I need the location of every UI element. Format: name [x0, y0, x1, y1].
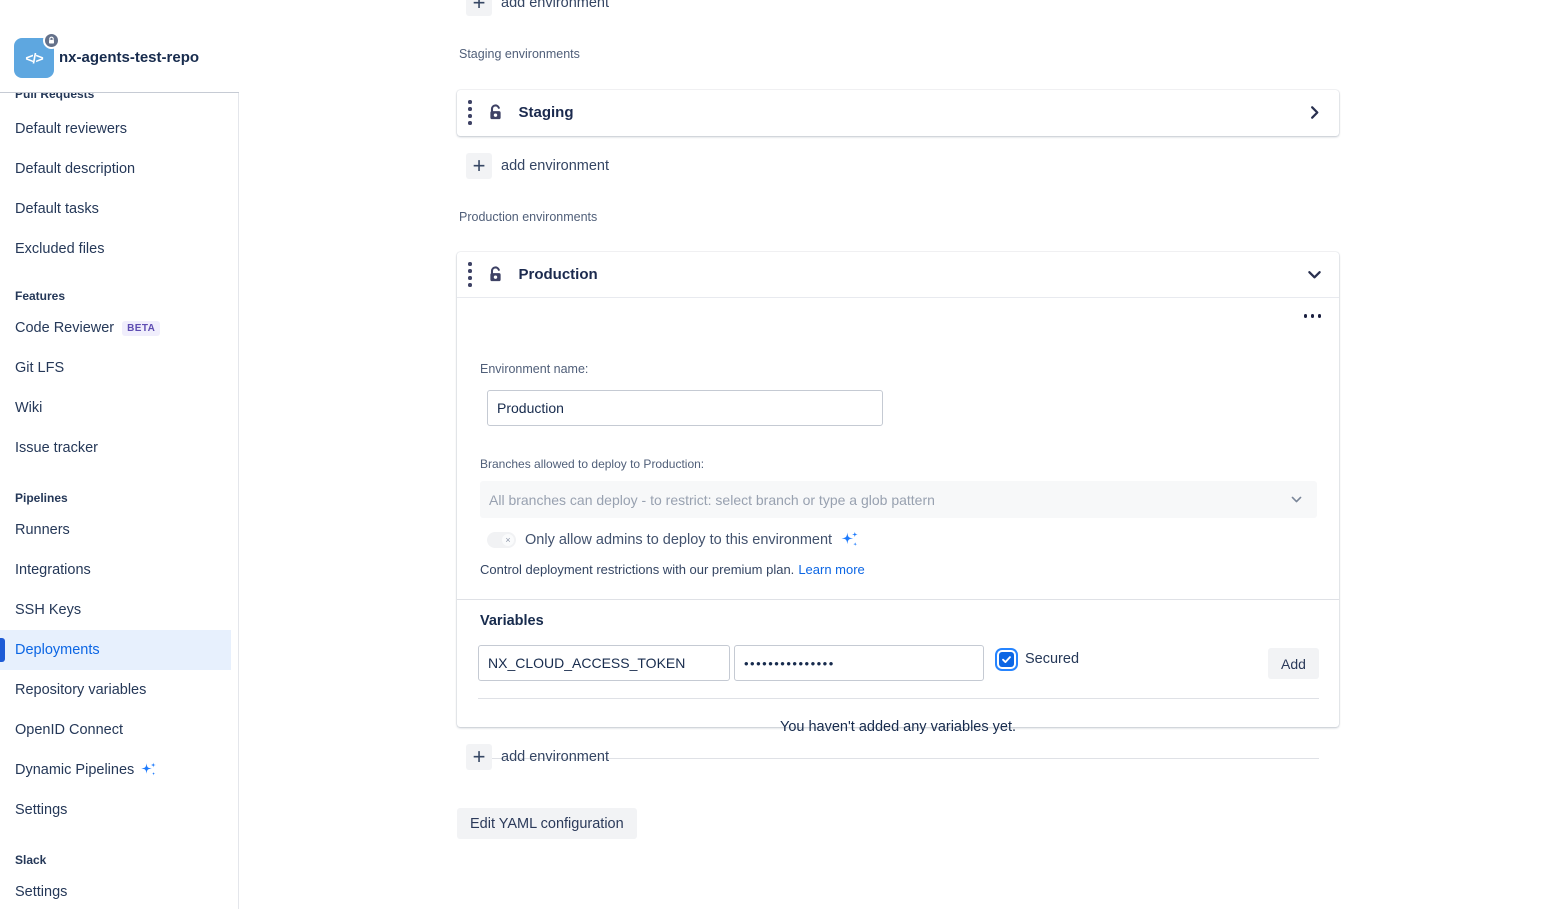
drag-handle-icon[interactable] [468, 262, 472, 287]
production-environments-label: Production environments [459, 210, 597, 224]
sidebar-item-runners[interactable]: Runners [0, 510, 231, 550]
beta-badge: BETA [122, 321, 160, 336]
variable-name-input[interactable] [478, 645, 730, 681]
check-icon [1001, 654, 1012, 665]
chevron-down-icon [1290, 493, 1303, 506]
more-options-icon[interactable] [1304, 314, 1322, 318]
sidebar-item-ssh-keys[interactable]: SSH Keys [0, 590, 231, 630]
admins-only-toggle-row: × Only allow admins to deploy to this en… [487, 530, 859, 550]
branch-select[interactable]: All branches can deploy - to restrict: s… [480, 481, 1317, 518]
variables-heading: Variables [480, 613, 544, 629]
premium-plan-text: Control deployment restrictions with our… [480, 562, 865, 577]
dynamic-pipelines-label: Dynamic Pipelines [15, 762, 134, 778]
sidebar-section-slack: Slack [0, 848, 231, 872]
secured-checkbox[interactable] [999, 652, 1014, 667]
sidebar-item-default-description[interactable]: Default description [0, 149, 231, 189]
staging-card-header[interactable]: Staging [457, 90, 1339, 135]
add-environment-label: add environment [501, 0, 609, 11]
deployments-settings-page: Pull Requests </> nx-agents-test-repo De… [0, 0, 1555, 909]
variables-empty-message: You haven't added any variables yet. [457, 719, 1339, 735]
add-variable-button[interactable]: Add [1268, 648, 1319, 679]
drag-handle-icon[interactable] [468, 100, 472, 125]
sidebar-item-excluded-files[interactable]: Excluded files [0, 229, 231, 269]
sidebar-item-dynamic-pipelines[interactable]: Dynamic Pipelines [0, 750, 231, 790]
unlock-icon [486, 103, 505, 122]
admins-only-label: Only allow admins to deploy to this envi… [525, 532, 832, 548]
environment-name-label: Environment name: [480, 362, 588, 376]
main-content: + add environment Staging environments S… [240, 0, 1555, 909]
admins-only-toggle[interactable]: × [487, 532, 516, 548]
staging-environment-card: Staging [457, 90, 1339, 136]
add-environment-button-staging[interactable]: + add environment [466, 153, 609, 179]
premium-plan-message: Control deployment restrictions with our… [480, 562, 794, 577]
sidebar-item-default-tasks[interactable]: Default tasks [0, 189, 231, 229]
sidebar-item-git-lfs[interactable]: Git LFS [0, 348, 231, 388]
sidebar-section-features: Features [0, 284, 231, 308]
code-icon: </> [25, 50, 42, 66]
unlock-icon [486, 265, 505, 284]
production-card-title: Production [519, 266, 598, 283]
toggle-off-x-icon: × [502, 534, 514, 546]
sidebar: Pull Requests </> nx-agents-test-repo De… [0, 0, 239, 909]
code-reviewer-label: Code Reviewer [15, 320, 114, 336]
branch-select-placeholder: All branches can deploy - to restrict: s… [489, 492, 935, 508]
secured-checkbox-row: Secured [999, 651, 1079, 667]
environment-name-input[interactable] [487, 390, 883, 426]
add-environment-label: add environment [501, 749, 609, 765]
sidebar-item-repository-variables[interactable]: Repository variables [0, 670, 231, 710]
secured-label: Secured [1025, 651, 1079, 667]
add-environment-label: add environment [501, 158, 609, 174]
staging-environments-label: Staging environments [459, 47, 580, 61]
production-card-body: Environment name: Branches allowed to de… [457, 297, 1339, 727]
plus-icon: + [466, 0, 492, 16]
sidebar-item-openid-connect[interactable]: OpenID Connect [0, 710, 231, 750]
plus-icon: + [466, 744, 492, 770]
sidebar-item-slack-settings[interactable]: Settings [0, 872, 231, 909]
variables-section-divider [457, 599, 1339, 600]
chevron-down-icon[interactable] [1307, 267, 1322, 282]
sidebar-item-issue-tracker[interactable]: Issue tracker [0, 428, 231, 468]
premium-sparkle-icon [839, 530, 859, 550]
add-environment-button-production[interactable]: + add environment [466, 744, 609, 770]
lock-icon [47, 36, 56, 45]
chevron-right-icon[interactable] [1307, 105, 1322, 120]
sidebar-nav: Default reviewers Default description De… [0, 109, 231, 909]
sidebar-item-default-reviewers[interactable]: Default reviewers [0, 109, 231, 149]
variable-value-input[interactable] [734, 645, 984, 681]
repo-title: nx-agents-test-repo [59, 49, 199, 66]
variables-list-divider [478, 698, 1319, 699]
sidebar-section-pipelines: Pipelines [0, 486, 231, 510]
sidebar-repo-header: </> nx-agents-test-repo [0, 0, 239, 93]
plus-icon: + [466, 153, 492, 179]
staging-card-title: Staging [519, 104, 574, 121]
sidebar-item-deployments[interactable]: Deployments [0, 630, 231, 670]
production-environment-card: Production Environment name: Branches al… [457, 252, 1339, 727]
edit-yaml-configuration-button[interactable]: Edit YAML configuration [457, 808, 637, 839]
branches-allowed-label: Branches allowed to deploy to Production… [480, 457, 704, 471]
production-card-header[interactable]: Production [457, 252, 1339, 297]
sparkle-icon [139, 761, 157, 779]
private-repo-lock-badge [43, 32, 60, 49]
add-environment-button-top[interactable]: + add environment [466, 0, 609, 16]
sidebar-item-pipelines-settings[interactable]: Settings [0, 790, 231, 830]
sidebar-item-code-reviewer[interactable]: Code Reviewer BETA [0, 308, 231, 348]
sidebar-item-wiki[interactable]: Wiki [0, 388, 231, 428]
sidebar-item-integrations[interactable]: Integrations [0, 550, 231, 590]
learn-more-link[interactable]: Learn more [798, 562, 864, 577]
